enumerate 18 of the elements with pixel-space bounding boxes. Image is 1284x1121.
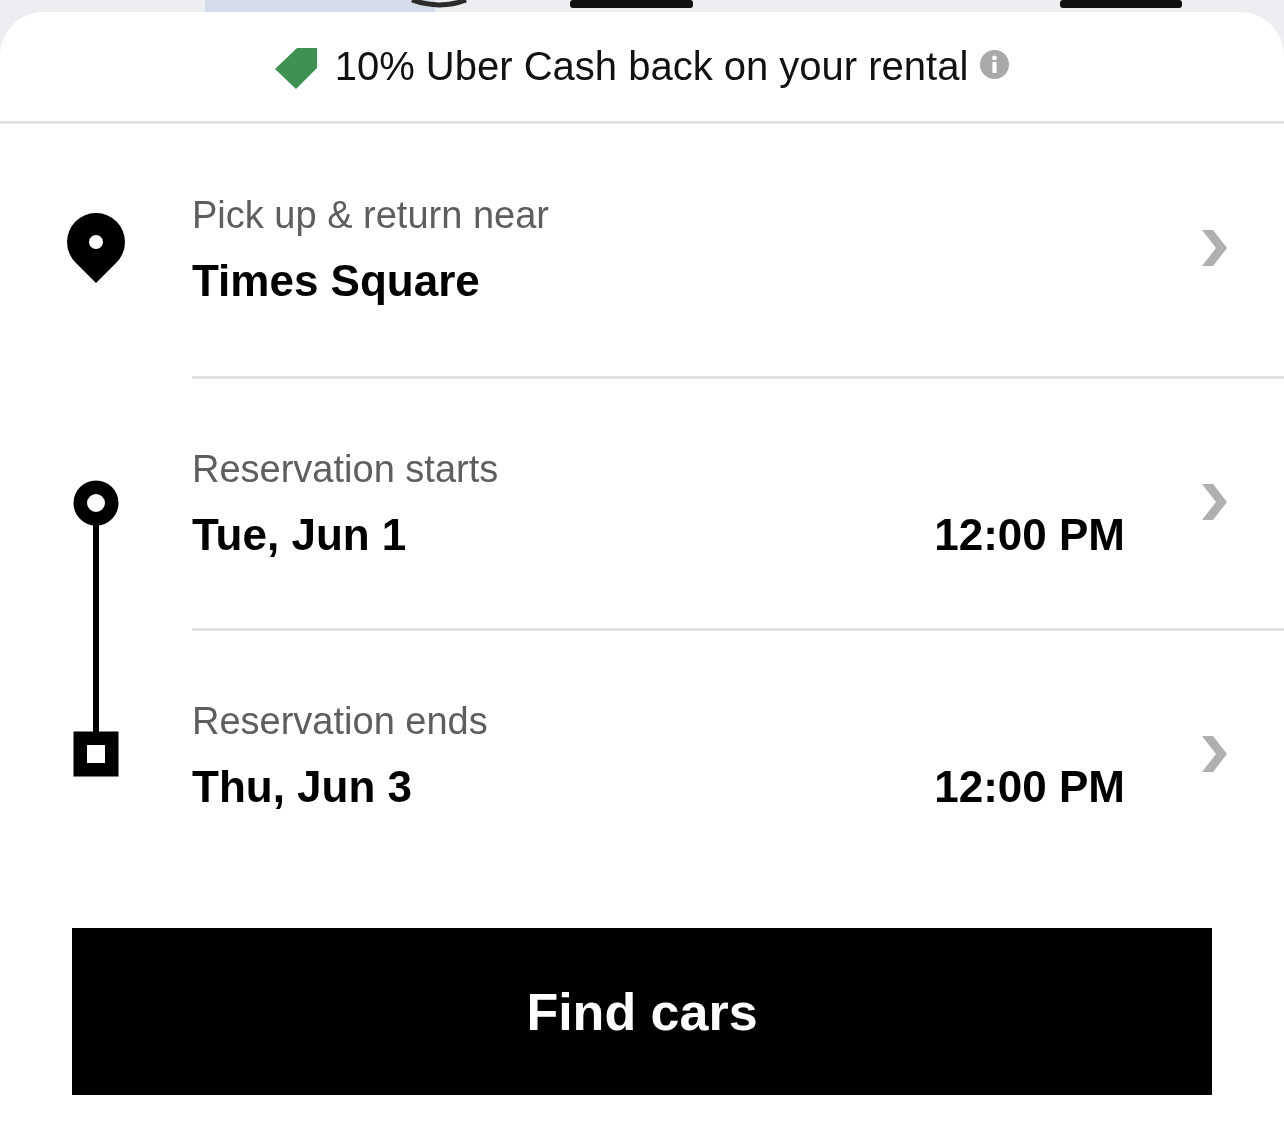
date-value: Tue, Jun 1 xyxy=(192,508,407,561)
date-value: Thu, Jun 3 xyxy=(192,760,412,813)
chevron-right-icon[interactable] xyxy=(1202,735,1227,772)
field-label: Reservation starts xyxy=(192,446,500,492)
chevron-right-icon[interactable] xyxy=(1202,230,1227,266)
field-label: Pick up & return near xyxy=(192,193,550,238)
start-point-icon xyxy=(73,480,119,526)
location-value: Times Square xyxy=(192,255,481,307)
end-point-icon xyxy=(73,731,119,777)
time-value: 12:00 PM xyxy=(934,508,1125,561)
find-cars-button[interactable]: Find cars xyxy=(72,928,1212,1095)
info-icon[interactable] xyxy=(980,50,1010,79)
time-value: 12:00 PM xyxy=(934,760,1125,813)
location-pin-icon xyxy=(67,213,125,283)
field-label: Reservation ends xyxy=(192,698,489,744)
chevron-right-icon[interactable] xyxy=(1202,483,1227,520)
tag-icon xyxy=(274,47,317,89)
promo-text: 10% Uber Cash back on your rental xyxy=(334,44,969,89)
